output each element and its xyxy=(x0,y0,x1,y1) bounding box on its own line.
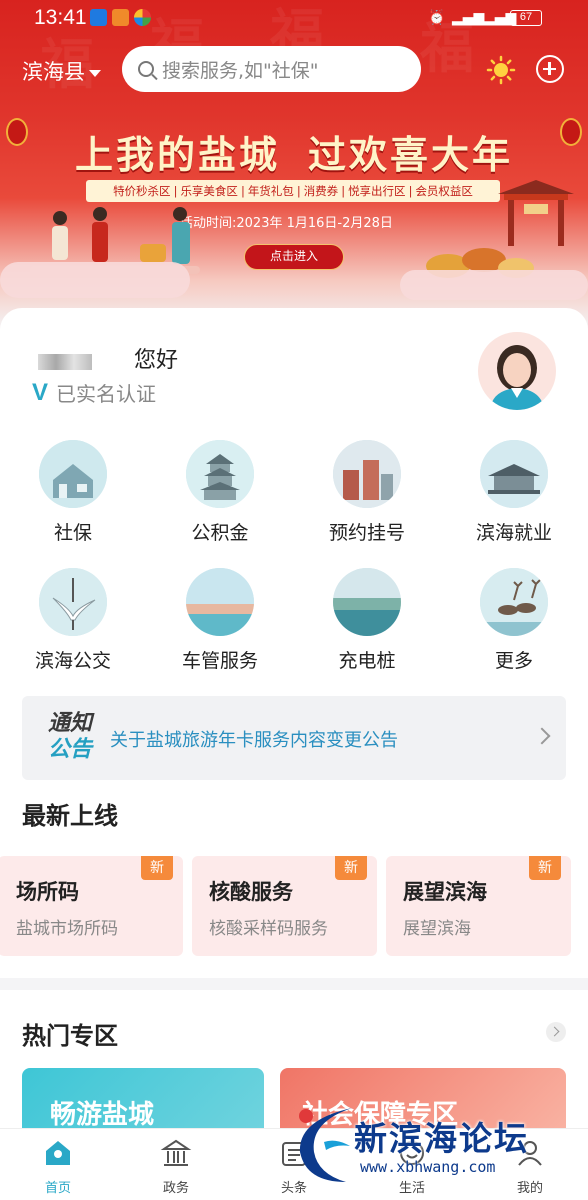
notice-text[interactable]: 关于盐城旅游年卡服务内容变更公告 xyxy=(110,726,398,752)
search-icon xyxy=(138,61,154,77)
app-notification-icon xyxy=(112,9,129,26)
promo-tag: 年货礼包 xyxy=(247,184,294,198)
alarm-icon: ⏰ xyxy=(428,10,446,26)
header: 滨海县 搜索服务,如"社保" xyxy=(0,44,588,94)
verified-label: 已实名认证 xyxy=(56,382,157,406)
promo-enter-button[interactable]: 点击进入 xyxy=(244,244,344,270)
promo-tag: 乐享美食区 xyxy=(180,184,238,198)
service-label: 更多 xyxy=(494,650,533,672)
service-label: 公积金 xyxy=(191,522,249,544)
pavilion-icon xyxy=(480,440,548,508)
crane-bird-icon xyxy=(39,568,107,636)
avatar[interactable] xyxy=(478,332,556,410)
service-label: 滨海公交 xyxy=(34,650,111,672)
notice-tag: 通知 公告 xyxy=(48,710,102,762)
app-notification-icon xyxy=(134,9,151,26)
latest-cards: 场所码 盐城市场所码 新 核酸服务 核酸采样码服务 新 展望滨海 展望滨海 新 xyxy=(0,856,588,956)
sun-icon[interactable] xyxy=(486,55,516,85)
promo-title-right: 过欢喜大年 xyxy=(308,132,514,177)
latest-card[interactable]: 核酸服务 核酸采样码服务 新 xyxy=(192,856,377,956)
hot-card[interactable]: 畅游盐城 xyxy=(22,1068,264,1130)
hospital-icon xyxy=(333,440,401,508)
wetland-icon xyxy=(333,568,401,636)
nav-label: 首页 xyxy=(44,1181,71,1196)
service-item-vehicle[interactable]: 车管服务 xyxy=(160,568,280,673)
nav-home[interactable]: 首页 xyxy=(18,1137,98,1196)
service-item-charging[interactable]: 充电桩 xyxy=(307,568,427,673)
new-badge: 新 xyxy=(529,856,561,880)
service-label: 车管服务 xyxy=(181,650,258,672)
latest-card[interactable]: 展望滨海 展望滨海 新 xyxy=(386,856,571,956)
promo-tag: 会员权益区 xyxy=(415,184,473,198)
service-item-appointment[interactable]: 预约挂号 xyxy=(307,440,427,545)
new-badge: 新 xyxy=(335,856,367,880)
chevron-right-icon[interactable] xyxy=(533,727,551,745)
verified-icon: V xyxy=(32,378,49,406)
pagoda-icon xyxy=(186,440,254,508)
service-item-social-security[interactable]: 社保 xyxy=(13,440,133,545)
service-label: 充电桩 xyxy=(338,650,396,672)
latest-card-subtitle: 核酸采样码服务 xyxy=(209,919,328,939)
temple-icon xyxy=(160,1139,192,1166)
house-icon xyxy=(39,440,107,508)
latest-card[interactable]: 场所码 盐城市场所码 新 xyxy=(0,856,183,956)
status-time: 13:41 xyxy=(34,6,87,29)
cloud-decoration xyxy=(0,262,190,298)
service-label: 滨海就业 xyxy=(475,522,552,544)
latest-card-subtitle: 展望滨海 xyxy=(403,919,471,939)
service-item-housing-fund[interactable]: 公积金 xyxy=(160,440,280,545)
hot-card-title: 畅游盐城 xyxy=(50,1100,155,1130)
latest-card-title: 场所码 xyxy=(16,880,79,904)
avatar-icon xyxy=(490,345,544,410)
section-title-latest: 最新上线 xyxy=(22,802,118,830)
service-label: 社保 xyxy=(53,522,92,544)
notice-bar[interactable]: 通知 公告 关于盐城旅游年卡服务内容变更公告 xyxy=(22,696,566,780)
deer-icon xyxy=(480,568,548,636)
caret-down-icon xyxy=(89,69,101,77)
new-badge: 新 xyxy=(141,856,173,880)
latest-card-title: 展望滨海 xyxy=(403,880,487,904)
greeting: 您好 xyxy=(134,348,179,373)
status-bar: 13:41 ⏰ ▂▄▆ ▂▄▆ 67 xyxy=(0,0,588,36)
forum-watermark: 新滨海论坛 www.xbhwang.com xyxy=(296,1098,584,1190)
app-notification-icon xyxy=(90,9,107,26)
search-input[interactable]: 搜索服务,如"社保" xyxy=(122,46,421,92)
add-icon[interactable] xyxy=(536,55,564,83)
verification-status[interactable]: V 已实名认证 xyxy=(32,378,156,407)
promo-tag: 悦享出行区 xyxy=(348,184,406,198)
notice-tag-line2: 公告 xyxy=(48,736,93,762)
signal-icon: ▂▄▆ xyxy=(452,10,485,26)
region-label: 滨海县 xyxy=(22,60,85,84)
masked-username xyxy=(38,354,92,370)
nav-label: 政务 xyxy=(162,1181,189,1196)
latest-card-subtitle: 盐城市场所码 xyxy=(16,919,118,939)
service-label: 预约挂号 xyxy=(328,522,405,544)
chevron-right-icon[interactable] xyxy=(546,1022,566,1042)
notice-tag-line1: 通知 xyxy=(48,710,93,736)
nav-government[interactable]: 政务 xyxy=(136,1137,216,1196)
main-card: 您好 V 已实名认证 社保 公积金 预约挂号 滨海就业 滨海公交 车管服务 充电… xyxy=(0,308,588,978)
promo-date: 活动时间:2023年 1月16日-2月28日 xyxy=(180,216,393,231)
section-title-hot: 热门专区 xyxy=(22,1022,118,1050)
promo-tags: 特价秒杀区 | 乐享美食区 | 年货礼包 | 消费券 | 悦享出行区 | 会员权益区 xyxy=(86,180,500,202)
service-item-more[interactable]: 更多 xyxy=(454,568,574,673)
service-item-bus[interactable]: 滨海公交 xyxy=(13,568,133,673)
top-banner-area: 福 福 福 福 13:41 ⏰ ▂▄▆ ▂▄▆ 67 滨海县 搜索服务,如"社保… xyxy=(0,0,588,330)
service-item-employment[interactable]: 滨海就业 xyxy=(454,440,574,545)
watermark-brand: 新滨海论坛 xyxy=(354,1119,529,1158)
home-icon xyxy=(46,1141,70,1165)
promo-tag: 特价秒杀区 xyxy=(113,184,171,198)
promo-title: 上我的盐城 过欢喜大年 xyxy=(0,124,588,179)
sea-icon xyxy=(186,568,254,636)
battery-icon: 67 xyxy=(510,10,542,26)
forum-logo-icon xyxy=(299,1108,352,1182)
promo-title-left: 上我的盐城 xyxy=(74,132,280,177)
latest-card-title: 核酸服务 xyxy=(209,880,293,904)
cloud-decoration xyxy=(400,270,588,300)
search-placeholder: 搜索服务,如"社保" xyxy=(162,59,319,82)
promo-tag: 消费券 xyxy=(303,184,339,198)
region-selector[interactable]: 滨海县 xyxy=(22,56,101,86)
watermark-url: www.xbhwang.com xyxy=(360,1158,496,1176)
